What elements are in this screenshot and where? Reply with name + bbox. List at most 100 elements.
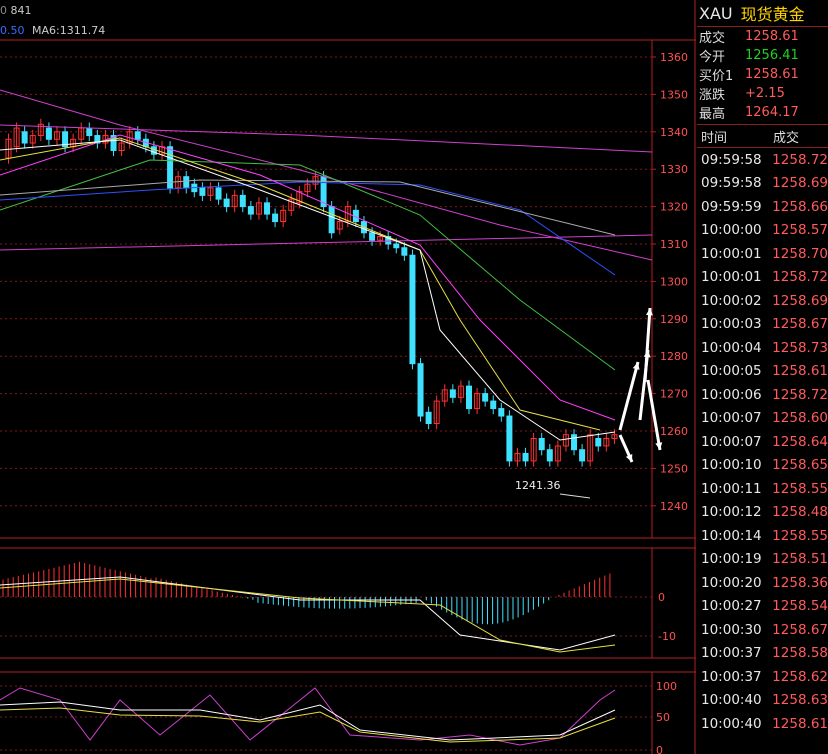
price-axis-label: 1340 (660, 126, 688, 139)
tick-time: 10:00:01 (701, 245, 762, 262)
tick-row[interactable]: 10:00:40 1258.61 (697, 712, 828, 736)
tick-time: 10:00:30 (701, 621, 762, 638)
quote-row-value: 1264.17 (745, 105, 799, 120)
tick-time: 09:59:58 (701, 175, 762, 192)
price-axis-label: 1350 (660, 88, 688, 101)
quote-row-label: 涨跌 (699, 88, 726, 103)
tick-row[interactable]: 10:00:19 1258.51 (697, 548, 828, 572)
candle-body (490, 400, 497, 410)
candle-body (328, 206, 335, 234)
quote-row: 最高 1264.17 (697, 103, 828, 122)
price-axis-label: 1310 (660, 238, 688, 251)
quote-row: 买价1 1258.61 (697, 65, 828, 84)
tick-row[interactable]: 10:00:27 1258.54 (697, 595, 828, 619)
arrow-down-2 (646, 379, 662, 451)
tick-row[interactable]: 10:00:12 1258.48 (697, 501, 828, 525)
macd-axis-label: 0 (658, 591, 665, 604)
tick-time: 10:00:01 (701, 269, 762, 286)
instrument-name: 现货黄金 (740, 5, 805, 24)
quote-row-label: 买价1 (699, 69, 734, 84)
tick-price: 1258.61 (772, 715, 828, 732)
tick-row[interactable]: 09:59:58 1258.69 (697, 172, 828, 196)
tick-row[interactable]: 10:00:20 1258.36 (697, 571, 828, 595)
tick-row[interactable]: 10:00:02 1258.69 (697, 289, 828, 313)
candle-body (401, 247, 408, 256)
quote-row-label: 最高 (699, 107, 726, 122)
candle-body (239, 194, 246, 208)
arrow-up-3 (638, 349, 650, 421)
tick-price: 1258.48 (772, 504, 828, 521)
tick-time: 09:59:59 (701, 198, 762, 215)
tick-time: 10:00:04 (701, 339, 762, 356)
tick-row[interactable]: 10:00:01 1258.72 (697, 266, 828, 290)
price-axis-label: 1300 (660, 275, 688, 288)
ma-line-magenta-3 (0, 234, 653, 251)
tick-row[interactable]: 10:00:07 1258.60 (697, 407, 828, 431)
quote-row-label: 今开 (699, 50, 726, 65)
tick-row[interactable]: 10:00:07 1258.64 (697, 430, 828, 454)
tick-row[interactable]: 10:00:03 1258.67 (697, 313, 828, 337)
tick-row[interactable]: 10:00:04 1258.73 (697, 336, 828, 360)
candle-body (215, 187, 222, 200)
price-axis-label: 1280 (660, 350, 688, 363)
tick-time: 10:00:06 (701, 386, 762, 403)
tick-time: 10:00:03 (701, 316, 762, 333)
quote-panel: XAU 现货黄金 成交 1258.61 今开 1256.41 买价1 1258.61 涨跌 +… (697, 0, 828, 754)
tick-row[interactable]: 10:00:01 1258.70 (697, 242, 828, 266)
candle-body (538, 437, 545, 451)
tick-header: 时间 成交 (697, 124, 828, 148)
candlestick-chart[interactable]: 1360 1350 1340 1330 1320 1310 1300 1290 1280 1270… (0, 0, 696, 754)
tick-time: 09:59:58 (701, 151, 762, 168)
tick-time: 10:00:12 (701, 504, 762, 521)
candle-body (449, 389, 456, 398)
tick-time: 10:00:40 (701, 715, 762, 732)
tick-time: 10:00:27 (701, 598, 762, 615)
tick-price: 1258.69 (772, 292, 828, 309)
tick-time: 10:00:07 (701, 433, 762, 450)
candle-body (466, 385, 472, 410)
price-axis-label: 1330 (660, 163, 688, 176)
candle-body (409, 254, 416, 365)
chart-area[interactable]: 1360 1350 1340 1330 1320 1310 1300 1290 1280 1270… (0, 0, 696, 754)
tick-row[interactable]: 10:00:00 1258.57 (697, 219, 828, 243)
candle-body (425, 411, 432, 425)
tick-list[interactable]: 09:59:58 1258.72 09:59:58 1258.69 09:59:59 12… (697, 148, 828, 736)
tick-price: 1258.73 (772, 339, 828, 356)
kdj-axis-label: 0 (656, 744, 663, 754)
ma-prefix: 0.50 (0, 24, 25, 37)
tick-row[interactable]: 10:00:14 1258.55 (697, 524, 828, 548)
tick-price: 1258.63 (772, 692, 828, 709)
kdj-axis-label: 100 (656, 680, 677, 693)
tick-row[interactable]: 09:59:59 1258.66 (697, 195, 828, 219)
quote-rows: 成交 1258.61 今开 1256.41 买价1 1258.61 涨跌 +2.15 最高 126… (697, 27, 828, 122)
tick-row[interactable]: 09:59:58 1258.72 (697, 148, 828, 172)
ma-line-pink (0, 134, 616, 421)
tick-row[interactable]: 10:00:10 1258.65 (697, 454, 828, 478)
tick-row[interactable]: 10:00:05 1258.61 (697, 360, 828, 384)
tick-row[interactable]: 10:00:30 1258.67 (697, 618, 828, 642)
price-axis-label: 1260 (660, 425, 688, 438)
tick-time: 10:00:20 (701, 574, 762, 591)
tick-time: 10:00:10 (701, 457, 762, 474)
symbol: XAU (699, 3, 733, 23)
tick-price: 1258.67 (772, 316, 828, 333)
quote-row-value: +2.15 (745, 86, 785, 101)
tick-price: 1258.65 (772, 457, 828, 474)
low-marker-line (559, 493, 591, 499)
tick-row[interactable]: 10:00:37 1258.62 (697, 665, 828, 689)
tick-row[interactable]: 10:00:11 1258.55 (697, 477, 828, 501)
price-axis-label: 1360 (660, 51, 688, 64)
tick-row[interactable]: 10:00:37 1258.58 (697, 642, 828, 666)
kdj-k (0, 701, 616, 741)
kdj-axis-label: 50 (656, 711, 670, 724)
candle-body (498, 408, 505, 417)
tick-price: 1258.57 (772, 222, 828, 239)
price-axis-label: 1290 (660, 313, 688, 326)
tick-row[interactable]: 10:00:06 1258.72 (697, 383, 828, 407)
top-value: 0 841 (0, 4, 32, 17)
candle-body (247, 206, 254, 215)
tick-header-price: 成交 (773, 130, 800, 146)
tick-row[interactable]: 10:00:40 1258.63 (697, 689, 828, 713)
price-axis-label: 1270 (660, 388, 688, 401)
ma6-label: MA6:1311.74 (32, 24, 106, 37)
